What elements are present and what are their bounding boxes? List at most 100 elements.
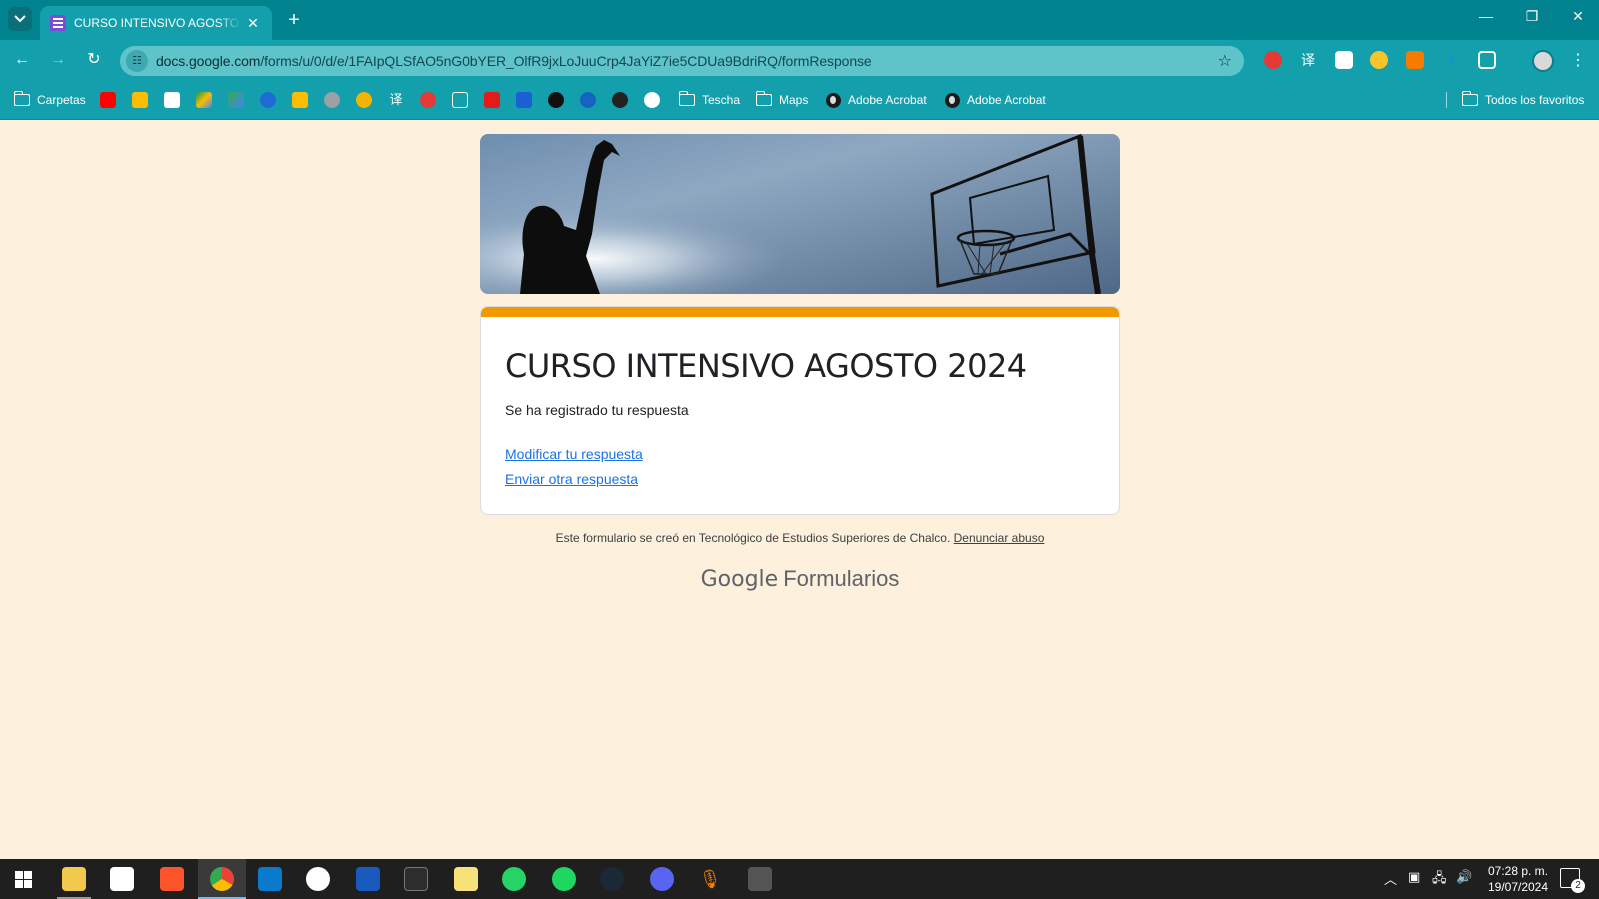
bookmark-star-icon[interactable]: ☆: [1218, 51, 1232, 71]
s-app-icon[interactable]: [612, 92, 628, 108]
canva-icon[interactable]: [260, 92, 276, 108]
camera-icon[interactable]: ▣: [1408, 869, 1420, 885]
discord-icon[interactable]: [650, 867, 674, 891]
dark-globe-icon[interactable]: [548, 92, 564, 108]
extensions-puzzle-icon[interactable]: [1478, 51, 1496, 69]
windows-start-icon[interactable]: [15, 871, 32, 888]
report-abuse-link[interactable]: Denunciar abuso: [954, 531, 1045, 545]
confirmation-card: CURSO INTENSIVO AGOSTO 2024 Se ha regist…: [480, 306, 1120, 515]
url-text[interactable]: docs.google.com/forms/u/0/d/e/1FAIpQLSfA…: [156, 53, 872, 69]
globe-icon: [945, 92, 960, 108]
clock-date: 19/07/2024: [1487, 880, 1549, 894]
google-drive-icon[interactable]: [196, 92, 212, 108]
close-tab-icon[interactable]: ✕: [244, 15, 262, 32]
sticky-notes-icon[interactable]: [454, 867, 478, 891]
back-icon[interactable]: ←: [12, 50, 32, 70]
new-tab-button[interactable]: +: [282, 8, 306, 32]
brave-browser-icon[interactable]: [160, 867, 184, 891]
mongodb-compass-icon[interactable]: [306, 867, 330, 891]
network-icon[interactable]: 🖧: [1432, 869, 1447, 891]
folder-icon: [13, 91, 30, 106]
url-host: docs.google.com: [156, 53, 261, 69]
microphone-icon[interactable]: 🎙: [698, 867, 722, 891]
forward-icon[interactable]: →: [48, 50, 68, 70]
word-icon[interactable]: [356, 867, 380, 891]
spotify-icon[interactable]: [552, 867, 576, 891]
bookmark-folder-maps[interactable]: Maps: [755, 91, 809, 109]
translator-icon[interactable]: 译: [388, 92, 404, 108]
google-wordmark: Google: [700, 567, 779, 592]
menu-kebab-icon[interactable]: ⋮: [1570, 50, 1586, 70]
microsoft-store-icon[interactable]: [110, 867, 134, 891]
globe-icon: [826, 92, 841, 108]
form-footer: Este formulario se creó en Tecnológico d…: [480, 531, 1120, 545]
youtube-icon[interactable]: [100, 92, 116, 108]
file-explorer-icon[interactable]: [62, 867, 86, 891]
bookmark-adobe-acrobat-2[interactable]: Adobe Acrobat: [945, 91, 1046, 109]
notification-center-icon[interactable]: 2: [1560, 868, 1585, 893]
clipboard-extension-icon[interactable]: [1335, 51, 1353, 69]
folder-icon: [678, 91, 695, 106]
form-header-banner: [480, 134, 1120, 294]
active-tab[interactable]: CURSO INTENSIVO AGOSTO 2024 - Formulario…: [40, 6, 272, 40]
taskbar-clock[interactable]: 07:28 p. m. 19/07/2024: [1470, 863, 1566, 895]
folder-icon: [1461, 91, 1478, 106]
address-bar[interactable]: ☷ docs.google.com/forms/u/0/d/e/1FAIpQLS…: [120, 46, 1244, 76]
chatgpt-icon[interactable]: [644, 92, 660, 108]
bookmark-label: Maps: [779, 93, 809, 107]
t-app-icon[interactable]: [580, 92, 596, 108]
adblock-extension-icon[interactable]: [1264, 51, 1282, 69]
folder-icon: [755, 91, 772, 106]
bookmark-folder-all[interactable]: Todos los favoritos: [1461, 91, 1585, 109]
card-accent-bar: [481, 307, 1119, 317]
tab-title: CURSO INTENSIVO AGOSTO 2024 - Formulario…: [74, 16, 242, 30]
forms-wordmark: Formularios: [783, 566, 900, 591]
translate-extension-icon[interactable]: 译: [1299, 51, 1317, 69]
reader-extension-icon[interactable]: [1406, 51, 1424, 69]
wifi-extension-icon[interactable]: ◗: [1442, 51, 1460, 69]
bookmark-folder-carpetas[interactable]: Carpetas: [13, 91, 86, 109]
bookmark-label: Todos los favoritos: [1485, 93, 1585, 107]
restore-icon[interactable]: ❐: [1522, 8, 1542, 25]
calendar-icon[interactable]: [164, 92, 180, 108]
chevron-down-icon: [14, 15, 26, 23]
flash-icon[interactable]: [484, 92, 500, 108]
bookmark-folder-tescha[interactable]: Tescha: [678, 91, 741, 109]
submit-another-link[interactable]: Enviar otra respuesta: [505, 471, 638, 487]
browser-toolbar: ← → ↻ ☷ docs.google.com/forms/u/0/d/e/1F…: [0, 40, 1599, 80]
bookmark-label: Carpetas: [37, 93, 86, 107]
show-hidden-icons-chevron[interactable]: ︿: [1384, 869, 1397, 888]
steam-icon[interactable]: [600, 867, 624, 891]
classroom-icon[interactable]: [132, 92, 148, 108]
window-close-icon[interactable]: ✕: [1568, 8, 1588, 25]
profile-avatar[interactable]: [1532, 50, 1554, 72]
footer-text: Este formulario se creó en Tecnológico d…: [555, 531, 951, 545]
heart-app-icon[interactable]: [420, 92, 436, 108]
bookmark-label: Adobe Acrobat: [848, 93, 927, 107]
tab-search-button[interactable]: [8, 7, 32, 31]
terminal-icon[interactable]: [404, 867, 428, 891]
coupon-extension-icon[interactable]: [1370, 51, 1388, 69]
notes-icon[interactable]: [452, 92, 468, 108]
whatsapp-icon[interactable]: [502, 867, 526, 891]
confirmation-message: Se ha registrado tu respuesta: [505, 402, 689, 418]
app-thumbnail-icon[interactable]: [748, 867, 772, 891]
sheets-shortcut-icon[interactable]: [356, 92, 372, 108]
bookmarks-bar: Carpetas 译 Tescha Maps Adobe Acrobat Ado…: [0, 80, 1599, 120]
bookmark-label: Tescha: [702, 93, 741, 107]
vscode-icon[interactable]: [258, 867, 282, 891]
tiles-app-icon[interactable]: [516, 92, 532, 108]
minimize-icon[interactable]: —: [1476, 8, 1496, 24]
reload-icon[interactable]: ↻: [84, 50, 104, 70]
chrome-icon[interactable]: [210, 867, 234, 891]
basketball-header-image: [480, 134, 1120, 294]
bookmark-label: Adobe Acrobat: [967, 93, 1046, 107]
bookmark-adobe-acrobat-1[interactable]: Adobe Acrobat: [826, 91, 927, 109]
google-keep-icon[interactable]: [292, 92, 308, 108]
edit-response-link[interactable]: Modificar tu respuesta: [505, 446, 643, 462]
google-forms-logo[interactable]: Google Formularios: [480, 566, 1120, 592]
google-meet-icon[interactable]: [228, 92, 244, 108]
site-shortcut-icon[interactable]: [324, 92, 340, 108]
notification-count: 2: [1571, 879, 1585, 893]
site-settings-icon[interactable]: ☷: [126, 50, 148, 72]
